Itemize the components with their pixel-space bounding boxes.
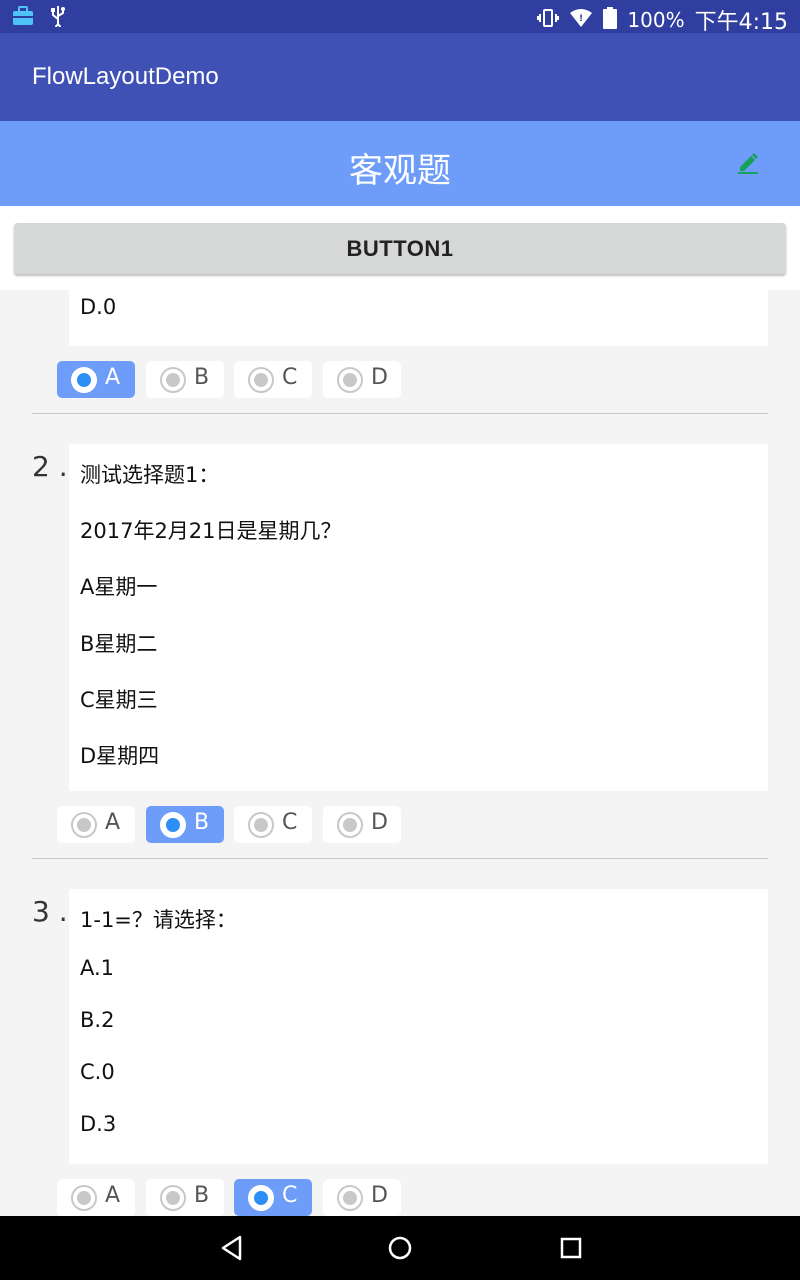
option-d-q2[interactable]: D (323, 806, 401, 843)
option-c-q1[interactable]: C (234, 361, 312, 398)
question-line: C星期三 (80, 688, 158, 712)
pencil-icon[interactable] (736, 149, 762, 175)
question-line: A星期一 (80, 575, 158, 599)
question-line: D星期四 (80, 744, 160, 768)
option-b-q2[interactable]: B (146, 806, 224, 843)
option-c-q2[interactable]: C (234, 806, 312, 843)
home-icon[interactable] (386, 1234, 414, 1262)
question-line: D.3 (80, 1112, 117, 1136)
radio-unchecked-icon (160, 1185, 186, 1211)
question-number: 2 . (32, 450, 68, 483)
battery-icon (603, 6, 618, 34)
option-label: A (105, 810, 121, 835)
option-b-q1[interactable]: B (146, 361, 224, 398)
question-line: D.0 (80, 295, 117, 319)
option-label: D (371, 1183, 388, 1208)
question-line: 1-1=？请选择： (80, 908, 237, 932)
question-line: B.2 (80, 1008, 115, 1032)
question-line: C.0 (80, 1060, 115, 1084)
section-header: 客观题 (0, 121, 800, 206)
question-line: 2017年2月21日是星期几？ (80, 519, 342, 543)
option-d-q1[interactable]: D (323, 361, 401, 398)
vibrate-icon (537, 8, 560, 33)
radio-unchecked-icon (337, 1185, 363, 1211)
option-label: A (105, 1183, 121, 1208)
question-card-2: 测试选择题1： 2017年2月21日是星期几？ A星期一 B星期二 C星期三 D… (69, 444, 768, 791)
radio-unchecked-icon (160, 367, 186, 393)
radio-checked-icon (160, 812, 186, 838)
question-line: 测试选择题1： (80, 463, 220, 487)
recents-icon[interactable] (557, 1234, 585, 1262)
radio-unchecked-icon (248, 812, 274, 838)
option-label: B (194, 810, 210, 835)
svg-text:!: ! (579, 14, 583, 24)
radio-unchecked-icon (71, 1185, 97, 1211)
option-label: A (105, 365, 121, 390)
back-icon[interactable] (218, 1234, 246, 1262)
battery-percent: 100% (627, 8, 685, 32)
option-a-q1[interactable]: A (57, 361, 135, 398)
question-line: B星期二 (80, 632, 158, 656)
button1[interactable]: BUTTON1 (14, 223, 786, 274)
option-label: C (282, 1183, 298, 1208)
clock: 下午4:15 (694, 10, 788, 35)
radio-checked-icon (71, 367, 97, 393)
option-label: D (371, 810, 388, 835)
radio-unchecked-icon (337, 812, 363, 838)
option-b-q3[interactable]: B (146, 1179, 224, 1216)
option-label: B (194, 1183, 210, 1208)
question-line: A.1 (80, 956, 115, 980)
option-label: C (282, 365, 298, 390)
option-a-q2[interactable]: A (57, 806, 135, 843)
usb-icon (50, 5, 66, 31)
question-card-3: 1-1=？请选择： A.1 B.2 C.0 D.3 (69, 889, 768, 1164)
button-bar: BUTTON1 (0, 206, 800, 290)
briefcase-icon (12, 6, 34, 30)
radio-unchecked-icon (71, 812, 97, 838)
option-label: D (371, 365, 388, 390)
radio-checked-icon (248, 1185, 274, 1211)
option-d-q3[interactable]: D (323, 1179, 401, 1216)
question-list[interactable]: D.0 A B C D 2 . 测试选择题1： 2017年2月21日是星期几？ … (0, 290, 800, 1216)
navigation-bar (0, 1216, 800, 1280)
section-title: 客观题 (349, 151, 451, 191)
option-label: B (194, 365, 210, 390)
status-bar: ! 100% 下午4:15 (0, 0, 800, 35)
option-a-q3[interactable]: A (57, 1179, 135, 1216)
divider (32, 413, 768, 414)
divider (32, 858, 768, 859)
app-bar: FlowLayoutDemo (0, 33, 800, 121)
option-label: C (282, 810, 298, 835)
radio-unchecked-icon (337, 367, 363, 393)
question-number: 3 . (32, 895, 68, 928)
option-c-q3[interactable]: C (234, 1179, 312, 1216)
radio-unchecked-icon (248, 367, 274, 393)
wifi-icon: ! (569, 8, 593, 33)
question-card-1: D.0 (69, 290, 768, 346)
app-title: FlowLayoutDemo (32, 63, 219, 90)
